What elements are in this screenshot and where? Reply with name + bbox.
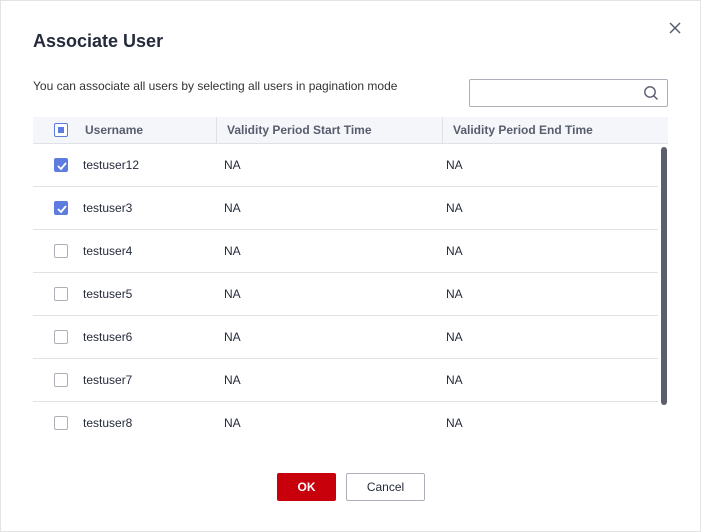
search-input[interactable] (476, 84, 640, 104)
username-cell: testuser5 (83, 287, 133, 301)
close-icon[interactable] (665, 18, 685, 38)
column-divider (216, 117, 217, 143)
start-time-cell: NA (224, 330, 241, 344)
table-row[interactable]: testuser5 NA NA (33, 273, 658, 316)
table-row[interactable]: testuser12 NA NA (33, 144, 658, 187)
search-icon[interactable] (643, 85, 659, 101)
table-header: Username Validity Period Start Time Vali… (33, 117, 668, 144)
start-time-cell: NA (224, 416, 241, 430)
username-cell: testuser7 (83, 373, 133, 387)
end-time-cell: NA (446, 416, 463, 430)
start-time-cell: NA (224, 244, 241, 258)
check-icon (57, 162, 67, 171)
start-time-cell: NA (224, 201, 241, 215)
table-row[interactable]: testuser6 NA NA (33, 316, 658, 359)
associate-user-dialog: Associate User You can associate all use… (0, 0, 701, 532)
table-row[interactable]: testuser7 NA NA (33, 359, 658, 402)
table-row[interactable]: testuser4 NA NA (33, 230, 658, 273)
end-time-cell: NA (446, 330, 463, 344)
row-checkbox[interactable] (54, 330, 68, 344)
username-cell: testuser6 (83, 330, 133, 344)
end-time-cell: NA (446, 201, 463, 215)
column-divider (442, 117, 443, 143)
row-checkbox[interactable] (54, 201, 68, 215)
end-time-cell: NA (446, 373, 463, 387)
row-checkbox[interactable] (54, 158, 68, 172)
row-checkbox[interactable] (54, 287, 68, 301)
table-row[interactable]: testuser3 NA NA (33, 187, 658, 230)
end-time-cell: NA (446, 158, 463, 172)
column-header-username[interactable]: Username (85, 117, 143, 143)
row-checkbox[interactable] (54, 373, 68, 387)
username-cell: testuser12 (83, 158, 140, 172)
end-time-cell: NA (446, 287, 463, 301)
select-all-checkbox[interactable] (54, 123, 68, 137)
start-time-cell: NA (224, 158, 241, 172)
ok-button[interactable]: OK (277, 473, 336, 501)
username-cell: testuser4 (83, 244, 133, 258)
start-time-cell: NA (224, 287, 241, 301)
username-cell: testuser8 (83, 416, 133, 430)
column-header-start-time[interactable]: Validity Period Start Time (227, 117, 372, 143)
username-cell: testuser3 (83, 201, 133, 215)
scrollbar[interactable] (661, 147, 667, 405)
dialog-description: You can associate all users by selecting… (33, 79, 398, 93)
search-box[interactable] (469, 79, 668, 107)
cancel-button[interactable]: Cancel (346, 473, 425, 501)
check-icon (57, 205, 67, 214)
row-checkbox[interactable] (54, 416, 68, 430)
column-header-end-time[interactable]: Validity Period End Time (453, 117, 593, 143)
dialog-title: Associate User (33, 31, 164, 51)
table-row[interactable]: testuser8 NA NA (33, 402, 658, 444)
start-time-cell: NA (224, 373, 241, 387)
row-checkbox[interactable] (54, 244, 68, 258)
end-time-cell: NA (446, 244, 463, 258)
table-body: testuser12 NA NA testuser3 NA NA testuser4 NA NA… (33, 144, 658, 444)
